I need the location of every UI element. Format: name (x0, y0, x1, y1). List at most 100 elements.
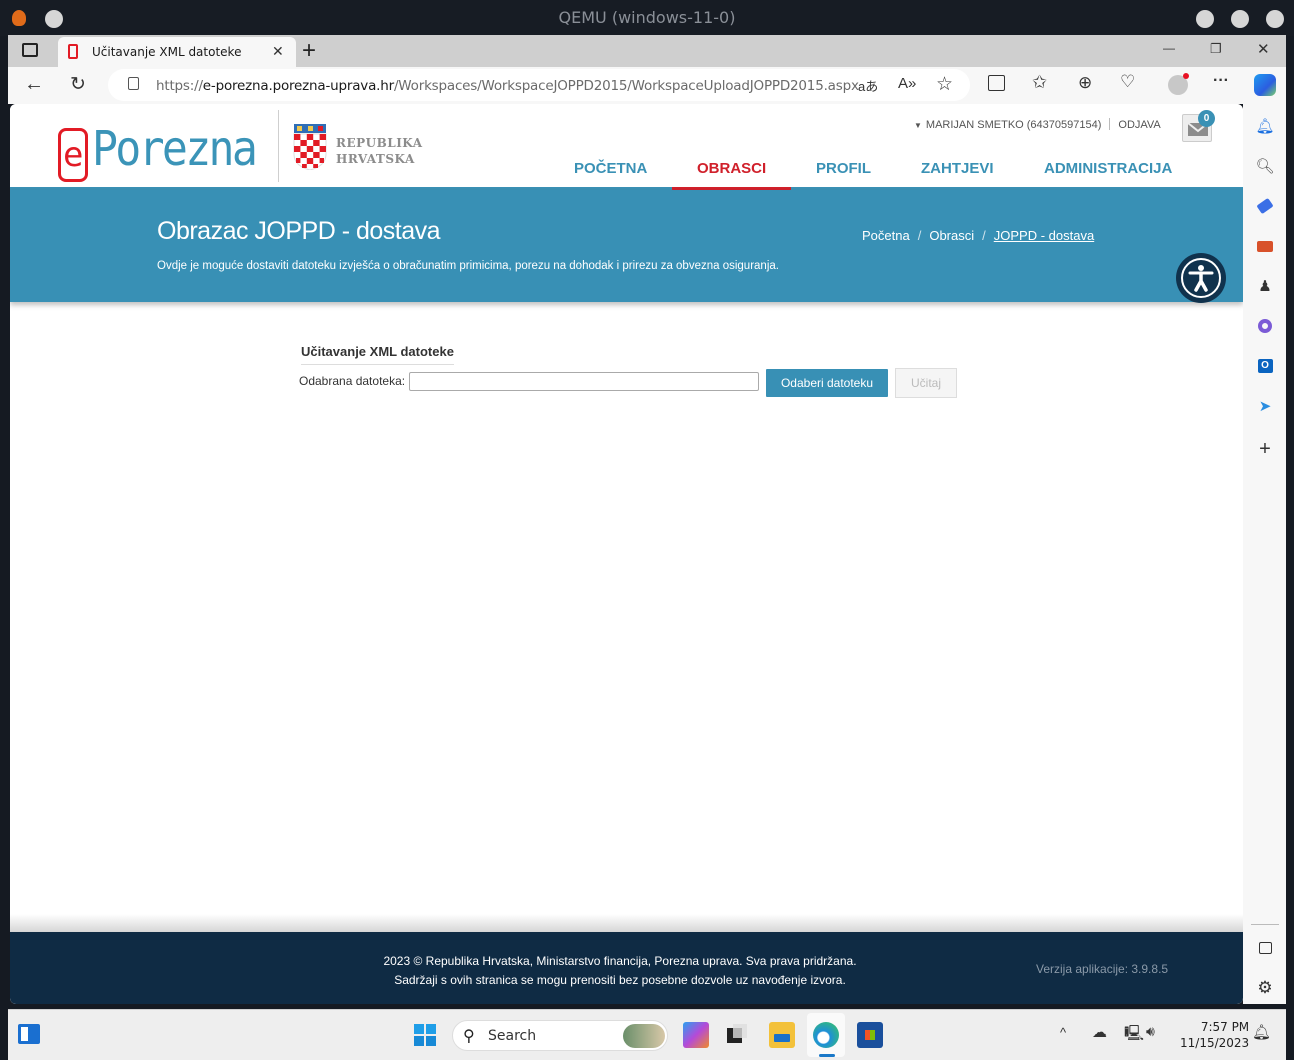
games-chess-icon[interactable]: ♟ (1255, 276, 1275, 296)
start-windows-icon[interactable] (414, 1024, 436, 1046)
onedrive-offline-icon[interactable]: ☁︎ (1092, 1023, 1107, 1041)
url-scheme: https:// (156, 78, 203, 94)
choose-file-button[interactable]: Odaberi datoteku (766, 369, 888, 397)
breadcrumb-obrasci[interactable]: Obrasci (929, 228, 974, 243)
republic-line1: REPUBLIKA (336, 136, 423, 150)
search-highlight-image (623, 1024, 665, 1048)
logout-link[interactable]: ODJAVA (1118, 119, 1160, 131)
more-menu-icon[interactable]: ··· (1213, 72, 1229, 90)
new-tab-button[interactable]: + (302, 37, 316, 65)
close-window-button[interactable]: ✕ (1257, 40, 1270, 58)
upload-button[interactable]: Učitaj (895, 368, 957, 398)
nav-zahtjevi[interactable]: ZAHTJEVI (921, 160, 994, 177)
breadcrumb-separator: / (917, 228, 922, 243)
user-separator (1109, 118, 1111, 130)
tab-close-icon[interactable]: ✕ (272, 43, 284, 60)
task-view-icon[interactable] (724, 1022, 750, 1048)
url-path: /Workspaces/WorkspaceJOPPD2015/Workspace… (393, 78, 859, 94)
app-version: Verzija aplikacije: 3.9.8.5 (1036, 962, 1169, 976)
qemu-maximize-button[interactable] (1231, 10, 1249, 28)
favorite-star-icon[interactable]: ☆ (936, 73, 953, 96)
sidebar-settings-gear-icon[interactable]: ⚙ (1255, 978, 1275, 998)
back-icon[interactable]: ← (24, 73, 44, 96)
logo-e-letter: e (63, 135, 84, 175)
user-dropdown-caret-icon[interactable]: ▼ (914, 121, 922, 130)
eporezna-logo-text[interactable]: Porezna (92, 121, 258, 177)
read-aloud-icon[interactable]: A» (898, 75, 916, 92)
add-sidebar-app-icon[interactable]: + (1255, 438, 1275, 460)
windows-taskbar: ⚲ Search ^ ☁︎ 🖳︎ 🔊︎ 7:57 PM 11/15/2023 🔔… (8, 1009, 1286, 1060)
url-host: e-porezna.porezna-uprava.hr (202, 78, 394, 94)
volume-icon[interactable]: 🔊︎ (1146, 1023, 1155, 1040)
qemu-title-bar: QEMU (windows-11-0) (0, 0, 1294, 36)
breadcrumb-pocetna[interactable]: Početna (862, 228, 910, 243)
republic-line2: HRVATSKA (336, 152, 415, 166)
collections-icon[interactable]: ⊕ (1078, 73, 1092, 93)
shopping-tag-icon[interactable] (1255, 196, 1275, 216)
tab-active[interactable]: Učitavanje XML datoteke ✕ (58, 37, 296, 67)
outlook-icon[interactable]: O (1255, 356, 1275, 376)
taskbar-clock[interactable]: 7:57 PM 11/15/2023 (1180, 1019, 1249, 1051)
accessibility-button[interactable] (1176, 253, 1226, 303)
split-screen-icon[interactable] (988, 75, 1005, 91)
translate-icon[interactable]: aあ (858, 76, 878, 95)
copilot-preview-icon[interactable] (683, 1022, 709, 1048)
lock-icon[interactable] (128, 77, 139, 90)
browser-tab-strip: Učitavanje XML datoteke ✕ + — ❐ ✕ (8, 35, 1286, 67)
upload-section-title: Učitavanje XML datoteke (301, 344, 454, 365)
user-menu: ▼ MARIJAN SMETKO (64370597154) ODJAVA (914, 118, 1161, 131)
qemu-window-title: QEMU (windows-11-0) (558, 8, 736, 27)
breadcrumb-current[interactable]: JOPPD - dostava (994, 228, 1094, 243)
refresh-icon[interactable]: ↻ (70, 73, 86, 96)
hide-sidebar-icon[interactable] (1255, 938, 1275, 958)
page-description: Ovdje je moguće dostaviti datoteku izvje… (157, 260, 779, 272)
notifications-bell-icon[interactable]: 🔔︎ (1255, 116, 1275, 136)
edge-browser-icon[interactable] (813, 1022, 839, 1048)
tools-toolbox-icon[interactable] (1255, 236, 1275, 256)
porezna-favicon-icon (68, 44, 78, 59)
clock-time: 7:57 PM (1200, 1020, 1250, 1034)
nav-pocetna[interactable]: POČETNA (574, 160, 647, 177)
nav-profil[interactable]: PROFIL (816, 160, 871, 177)
nav-administracija[interactable]: ADMINISTRACIJA (1044, 160, 1172, 177)
drop-send-icon[interactable]: ➤ (1255, 396, 1275, 416)
minimize-button[interactable]: — (1163, 41, 1175, 55)
microsoft-store-icon[interactable] (857, 1022, 883, 1048)
nav-obrasci[interactable]: OBRASCI (697, 160, 766, 177)
browser-essentials-icon[interactable]: ♡ (1120, 72, 1135, 92)
edge-running-indicator (819, 1054, 835, 1057)
file-explorer-icon[interactable] (769, 1022, 795, 1048)
clock-date: 11/15/2023 (1180, 1036, 1250, 1050)
notification-bell-icon[interactable]: 🔔︎ (1252, 1023, 1271, 1041)
network-icon[interactable]: 🖳︎ (1124, 1023, 1144, 1048)
republika-hrvatska-text: REPUBLIKA HRVATSKA (336, 135, 423, 167)
show-hidden-icons-chevron[interactable]: ^ (1060, 1025, 1066, 1040)
microsoft-365-icon[interactable] (1255, 316, 1275, 336)
page-banner: Obrazac JOPPD - dostava Ovdje je moguće … (10, 190, 1243, 303)
search-icon[interactable]: 🔍︎ (1255, 156, 1275, 176)
taskbar-search[interactable]: ⚲ Search (452, 1020, 668, 1051)
profile-avatar[interactable] (1168, 73, 1189, 95)
site-header: e Porezna REPUBLIKA HRVATSKA ▼ MARIJAN SM… (10, 104, 1243, 190)
accessibility-icon (1181, 258, 1221, 298)
user-name[interactable]: MARIJAN SMETKO (64370597154) (926, 119, 1101, 131)
page-title: Obrazac JOPPD - dostava (157, 217, 441, 245)
footer-line1: 2023 © Republika Hrvatska, Ministarstvo … (383, 954, 857, 968)
copilot-icon[interactable] (1254, 74, 1276, 96)
favorites-icon[interactable]: ✩ (1032, 72, 1047, 93)
qemu-close-button[interactable] (1266, 10, 1284, 28)
tab-actions-icon[interactable] (22, 43, 38, 57)
qemu-minimize-button[interactable] (1196, 10, 1214, 28)
selected-file-label: Odabrana datoteka: (299, 374, 406, 388)
widgets-icon[interactable] (18, 1024, 40, 1044)
eporezna-logo-icon[interactable]: e (58, 128, 88, 182)
search-magnifier-icon: ⚲ (463, 1028, 475, 1045)
sidebar-divider (1251, 924, 1279, 925)
restore-button[interactable]: ❐ (1210, 41, 1222, 57)
selected-file-field[interactable] (409, 372, 759, 391)
edge-sidebar: 🔔︎ 🔍︎ ♟ O ➤ + ⚙ (1243, 104, 1286, 1004)
url-text[interactable]: https://e-porezna.porezna-uprava.hr/Work… (156, 78, 859, 94)
browser-toolbar: ← ↻ https://e-porezna.porezna-uprava.hr/… (8, 67, 1286, 104)
breadcrumb: Početna / Obrasci / JOPPD - dostava (862, 228, 1094, 243)
address-bar[interactable]: https://e-porezna.porezna-uprava.hr/Work… (108, 69, 970, 101)
